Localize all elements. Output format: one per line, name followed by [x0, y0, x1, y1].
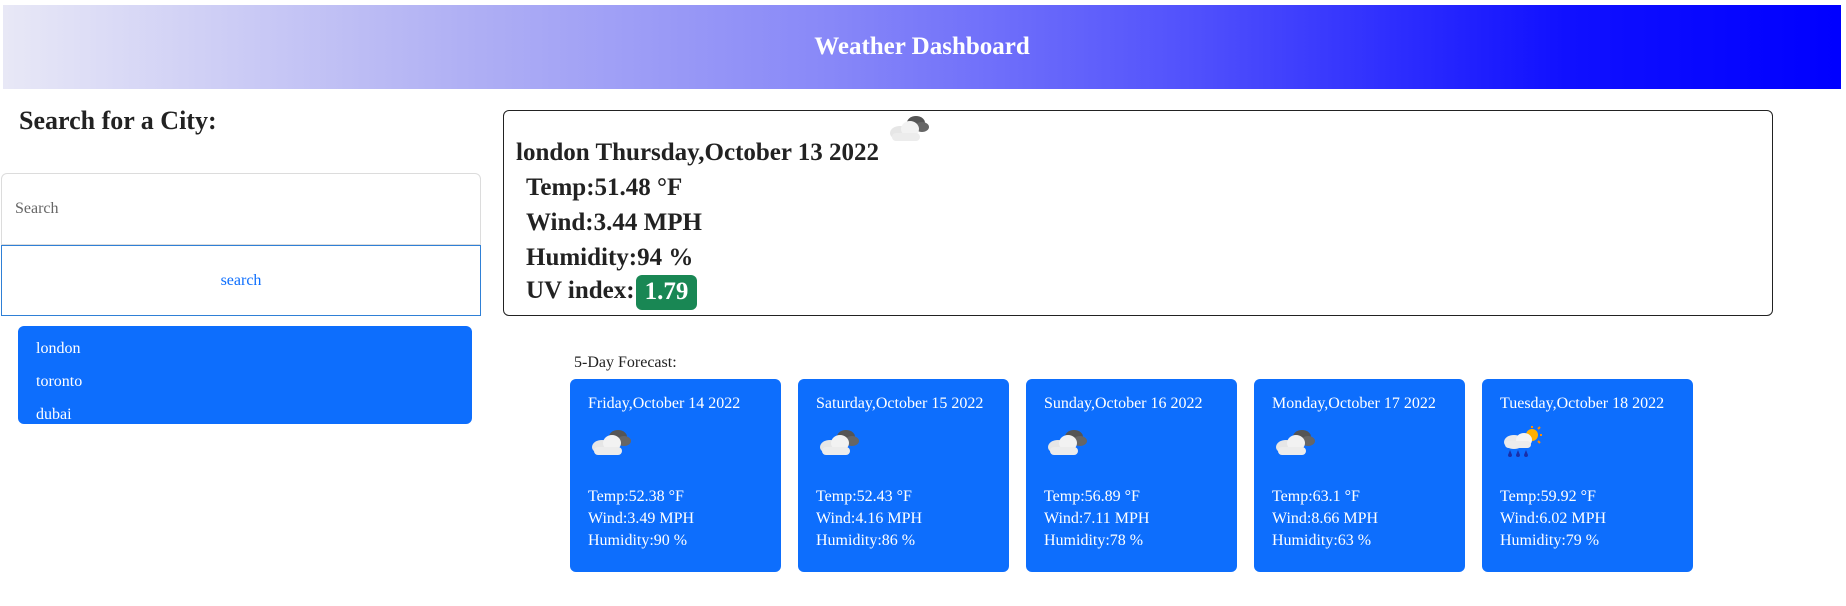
forecast-wind: Wind:3.49 MPH: [588, 510, 695, 527]
current-temp: Temp:51.48 °F: [526, 174, 683, 201]
forecast-temp: Temp:52.38 °F: [588, 488, 684, 505]
current-weather-panel: london Thursday,October 13 2022 Temp:51.…: [503, 110, 1773, 316]
forecast-date: Saturday,October 15 2022: [816, 395, 984, 412]
search-button[interactable]: search: [1, 245, 481, 316]
cloudy-icon: [588, 425, 634, 464]
forecast-temp: Temp:52.43 °F: [816, 488, 912, 505]
forecast-temp: Temp:59.92 °F: [1500, 488, 1596, 505]
rain-sun-icon: [1500, 425, 1546, 464]
forecast-heading: 5-Day Forecast:: [574, 354, 677, 371]
history-item-london[interactable]: london: [18, 332, 472, 365]
cloudy-icon: [816, 425, 862, 464]
search-heading: Search for a City:: [19, 106, 217, 135]
uv-badge: 1.79: [635, 275, 698, 310]
forecast-date: Friday,October 14 2022: [588, 395, 741, 412]
current-uv-row: UV index: 1.79: [526, 275, 698, 310]
header-banner: Weather Dashboard: [3, 5, 1841, 89]
cloudy-icon: [1044, 425, 1090, 464]
forecast-humidity: Humidity:86 %: [816, 532, 916, 549]
forecast-temp: Temp:56.89 °F: [1044, 488, 1140, 505]
current-city-date: london Thursday,October 13 2022: [516, 139, 880, 166]
forecast-humidity: Humidity:63 %: [1272, 532, 1372, 549]
search-history-list: london toronto dubai: [18, 326, 472, 424]
forecast-date: Tuesday,October 18 2022: [1500, 395, 1665, 412]
forecast-card: Saturday,October 15 2022 Temp:52.43 °F W…: [798, 379, 1009, 572]
forecast-card: Friday,October 14 2022 Temp:52.38 °F Win…: [570, 379, 781, 572]
forecast-wind: Wind:6.02 MPH: [1500, 510, 1607, 527]
cloudy-icon: [886, 111, 932, 150]
forecast-card: Tuesday,October 18 2022 Temp:59.92 °F Wi…: [1482, 379, 1693, 572]
forecast-wind: Wind:4.16 MPH: [816, 510, 923, 527]
forecast-date: Monday,October 17 2022: [1272, 395, 1436, 412]
forecast-humidity: Humidity:78 %: [1044, 532, 1144, 549]
forecast-humidity: Humidity:79 %: [1500, 532, 1600, 549]
page-title: Weather Dashboard: [814, 33, 1030, 60]
forecast-cards: Friday,October 14 2022 Temp:52.38 °F Win…: [570, 379, 1693, 572]
forecast-wind: Wind:8.66 MPH: [1272, 510, 1379, 527]
current-humidity: Humidity:94 %: [526, 244, 694, 271]
current-wind: Wind:3.44 MPH: [526, 209, 702, 236]
cloudy-icon: [1272, 425, 1318, 464]
search-input[interactable]: [1, 173, 481, 245]
forecast-temp: Temp:63.1 °F: [1272, 488, 1360, 505]
forecast-humidity: Humidity:90 %: [588, 532, 688, 549]
forecast-wind: Wind:7.11 MPH: [1044, 510, 1150, 527]
history-item-dubai[interactable]: dubai: [18, 398, 472, 431]
forecast-date: Sunday,October 16 2022: [1044, 395, 1203, 412]
uv-label: UV index:: [526, 277, 635, 305]
forecast-card: Sunday,October 16 2022 Temp:56.89 °F Win…: [1026, 379, 1237, 572]
forecast-card: Monday,October 17 2022 Temp:63.1 °F Wind…: [1254, 379, 1465, 572]
history-item-toronto[interactable]: toronto: [18, 365, 472, 398]
